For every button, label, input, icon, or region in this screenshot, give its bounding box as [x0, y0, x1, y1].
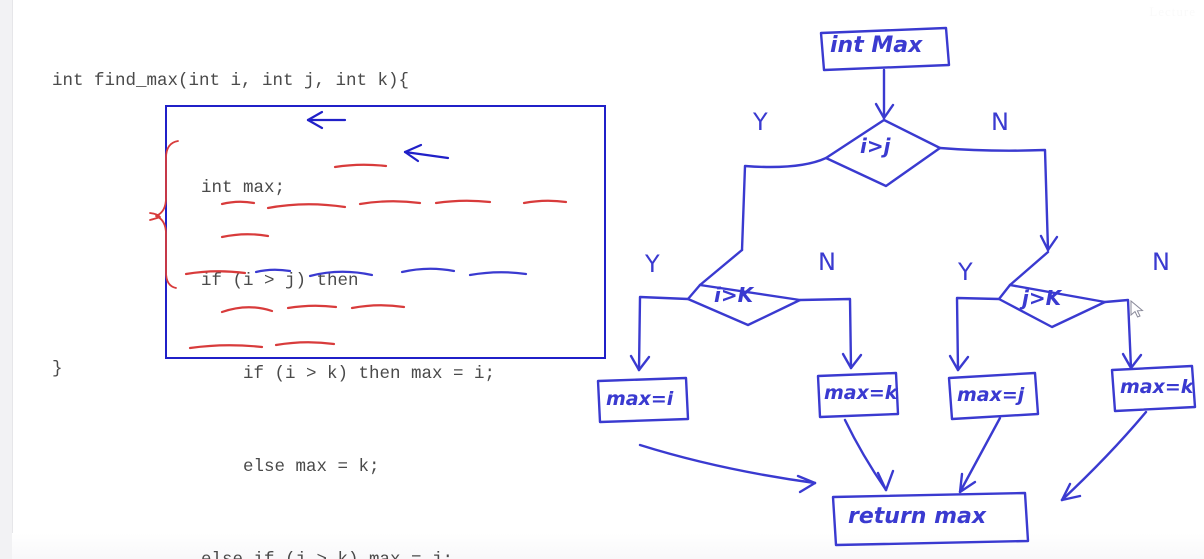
- flowchart-strokes: [596, 26, 1197, 547]
- code-listing: int find_max(int i, int j, int k){ } int…: [52, 66, 606, 559]
- code-line: else max = k;: [180, 457, 380, 477]
- edge-max-k2-to-return: [1060, 410, 1148, 502]
- edge-max-i-to-return: [638, 443, 817, 485]
- code-line: int max;: [180, 178, 286, 198]
- node-start-label: int Max: [830, 33, 923, 58]
- whiteboard-canvas: Lecture int find_max(int i, int j, int k…: [0, 0, 1204, 559]
- node-cond-ik-label: i>K: [714, 283, 754, 307]
- node-max-i-label: max=i: [606, 388, 674, 410]
- code-body: int max; if (i > j) then if (i > k) then…: [180, 111, 495, 559]
- page-gutter[interactable]: [0, 0, 13, 559]
- branch-label-jk-no: N: [1152, 248, 1170, 276]
- edge-max-j-to-return: [958, 416, 1002, 494]
- arrow-pointer-icon: [1130, 300, 1144, 318]
- branch-label-ik-yes: Y: [645, 250, 660, 278]
- node-return-label: return max: [848, 504, 987, 529]
- function-close-brace: }: [52, 359, 63, 379]
- branch-label-ik-no: N: [818, 248, 836, 276]
- code-line: if (i > j) then: [180, 271, 359, 291]
- function-signature: int find_max(int i, int j, int k){: [52, 71, 410, 91]
- node-max-k2-label: max=k: [1120, 376, 1194, 398]
- branch-label-ij-no: N: [991, 108, 1009, 136]
- branch-label-ij-yes: Y: [753, 108, 768, 136]
- node-max-j-label: max=j: [957, 384, 1025, 406]
- edge-max-k1-to-return: [843, 418, 888, 492]
- watermark: Lecture: [1149, 4, 1196, 19]
- code-line: if (i > k) then max = i;: [180, 364, 496, 384]
- node-cond-jk-label: j>K: [1022, 286, 1062, 310]
- code-line: else if (j > k) max = j;: [180, 545, 495, 559]
- node-cond-ij-label: i>j: [860, 134, 891, 158]
- node-max-k1-label: max=k: [824, 382, 898, 404]
- branch-label-jk-yes: Y: [958, 258, 973, 286]
